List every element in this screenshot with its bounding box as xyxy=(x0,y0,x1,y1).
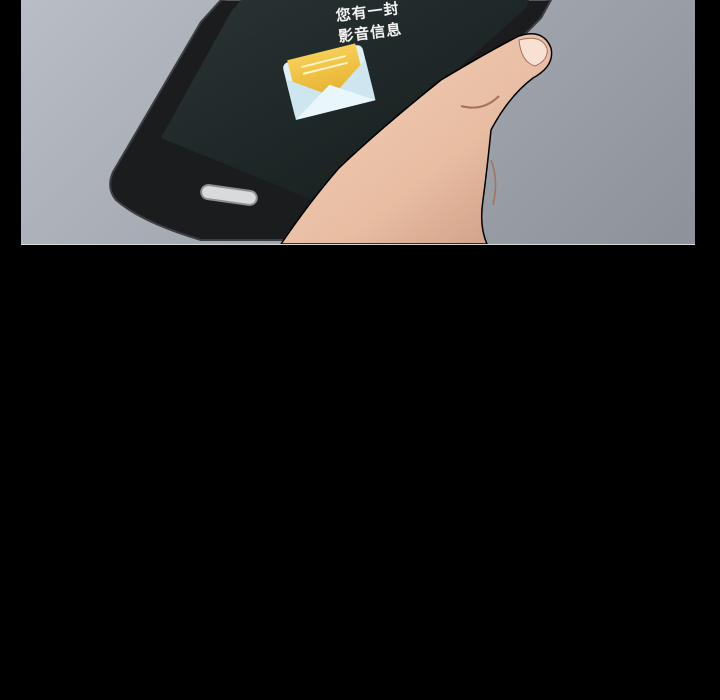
comic-panel: 您有一封 影音信息 xyxy=(21,0,695,245)
